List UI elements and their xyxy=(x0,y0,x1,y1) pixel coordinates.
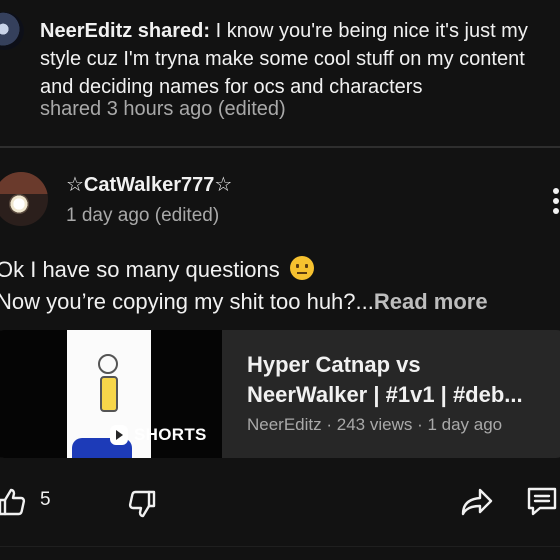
reply-text: NeerEditz shared: I know you're being ni… xyxy=(40,17,550,101)
video-title-line-1: Hyper Catnap vs xyxy=(247,352,421,377)
video-title-line-2: NeerWalker | #1v1 | #deb... xyxy=(247,382,523,407)
divider xyxy=(0,546,560,547)
comment-line-2: Now you’re copying my shit too huh?... xyxy=(0,289,374,314)
comment-line-1: Ok I have so many questions xyxy=(0,257,280,282)
comment-body: Ok I have so many questions Now you’re c… xyxy=(0,254,556,318)
more-options-icon[interactable] xyxy=(550,188,560,218)
comment-actions: 5 xyxy=(0,478,560,528)
video-meta: NeerEditz · 243 views · 1 day ago xyxy=(247,415,503,434)
reply-author[interactable]: NeerEditz xyxy=(40,20,132,42)
neutral-face-emoji-icon xyxy=(289,256,314,280)
video-thumbnail[interactable]: SHORTS xyxy=(0,330,222,458)
reply-verb: shared: xyxy=(132,20,211,42)
comment-author[interactable]: ☆CatWalker777☆ xyxy=(66,172,232,198)
read-more-link[interactable]: Read more xyxy=(374,289,488,314)
like-count: 5 xyxy=(40,489,51,510)
comment-icon[interactable] xyxy=(524,485,560,519)
shorts-badge: SHORTS xyxy=(106,423,211,447)
thumbs-down-icon[interactable] xyxy=(126,488,158,520)
avatar[interactable] xyxy=(0,172,48,226)
comment: ☆CatWalker777☆ 1 day ago (edited) Ok I h… xyxy=(0,148,560,560)
share-icon[interactable] xyxy=(460,487,494,517)
shorts-logo-icon xyxy=(110,425,128,445)
avatar[interactable] xyxy=(0,12,24,50)
video-title[interactable]: Hyper Catnap vs NeerWalker | #1v1 | #deb… xyxy=(247,350,555,410)
reply-timestamp: shared 3 hours ago (edited) xyxy=(40,98,286,120)
comment-timestamp: 1 day ago (edited) xyxy=(66,205,220,226)
shorts-badge-label: SHORTS xyxy=(134,425,207,444)
linked-video-card[interactable]: SHORTS Hyper Catnap vs NeerWalker | #1v1… xyxy=(0,330,560,458)
reply-notification: NeerEditz shared: I know you're being ni… xyxy=(0,0,560,146)
thumbs-up-icon[interactable] xyxy=(0,486,28,518)
